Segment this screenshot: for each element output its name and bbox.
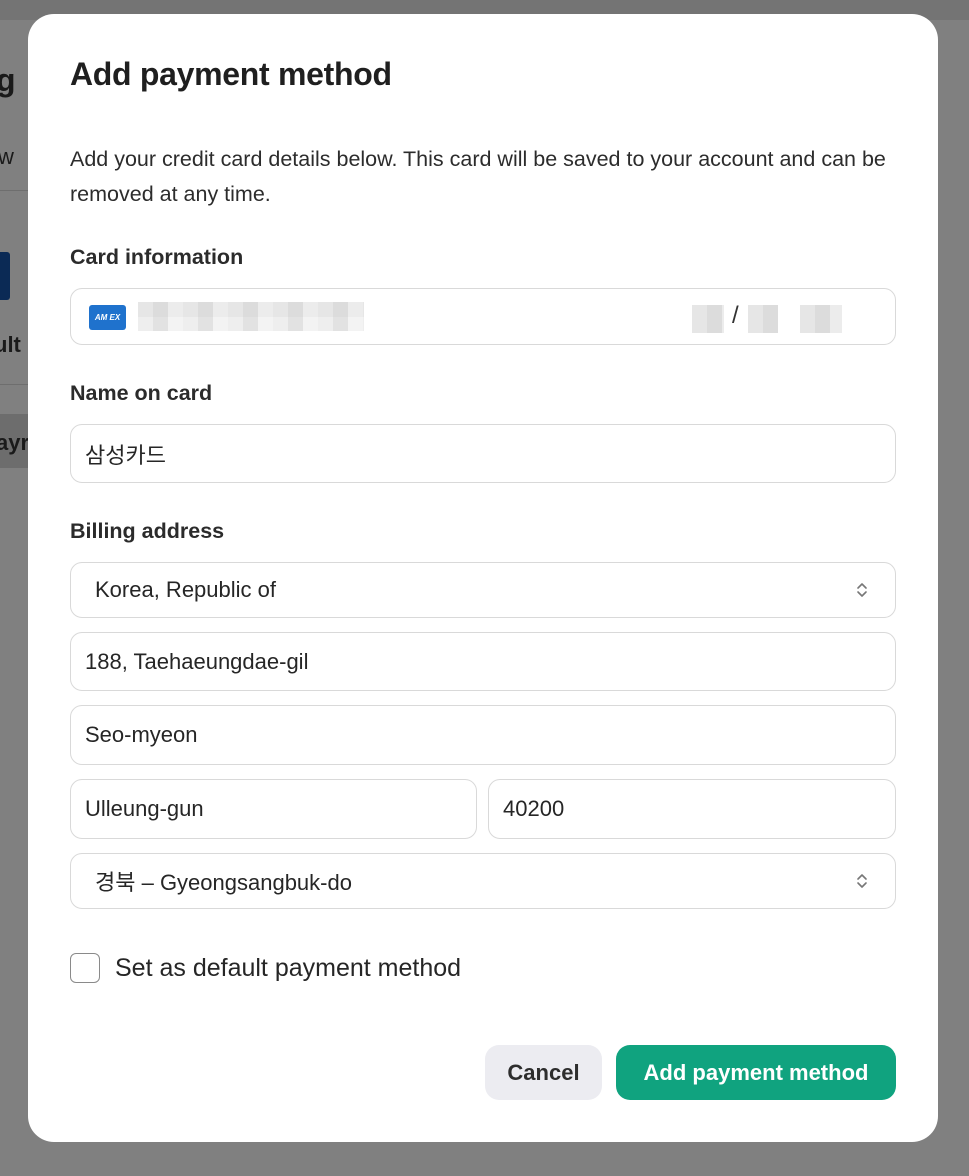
billing-address-label: Billing address xyxy=(70,519,225,543)
expiry-separator: / xyxy=(732,302,739,329)
name-on-card-value: 삼성카드 xyxy=(85,442,166,468)
card-number-redacted xyxy=(138,302,364,317)
name-on-card-input[interactable]: 삼성카드 xyxy=(70,424,896,483)
modal-description: Add your credit card details below. This… xyxy=(70,147,886,206)
postal-code-input[interactable]: 40200 xyxy=(488,779,896,839)
background-tab-fragment: ayr xyxy=(0,430,30,455)
add-payment-method-button[interactable]: Add payment method xyxy=(616,1045,896,1100)
postal-code-value: 40200 xyxy=(503,796,565,821)
expiry-month-redacted xyxy=(692,305,724,333)
default-payment-checkbox[interactable] xyxy=(70,953,100,983)
add-payment-modal: Add payment method Add your credit card … xyxy=(28,14,938,1142)
cancel-button[interactable]: Cancel xyxy=(485,1045,602,1100)
chevron-up-down-icon xyxy=(857,874,867,888)
default-payment-label[interactable]: Set as default payment method xyxy=(115,954,461,983)
background-label-fragment: ult xyxy=(0,332,21,357)
country-value: Korea, Republic of xyxy=(95,577,276,602)
card-number-redacted xyxy=(138,317,364,331)
name-on-card-label: Name on card xyxy=(70,381,213,405)
expiry-year-redacted xyxy=(748,305,778,333)
card-information-field[interactable]: AM EX / xyxy=(70,288,896,345)
card-information-label: Card information xyxy=(70,245,244,269)
address-line2-value: Seo-myeon xyxy=(85,722,198,747)
background-text-fragment: w xyxy=(0,144,14,169)
province-value: 경북 – Gyeongsangbuk-do xyxy=(95,870,352,895)
amex-card-icon: AM EX xyxy=(89,305,126,330)
modal-title: Add payment method xyxy=(70,56,392,92)
city-value: Ulleung-gun xyxy=(85,796,204,821)
country-select[interactable]: Korea, Republic of xyxy=(70,562,896,618)
background-card-thumbnail xyxy=(0,252,10,300)
background-heading-fragment: g xyxy=(0,62,16,98)
city-input[interactable]: Ulleung-gun xyxy=(70,779,477,839)
address-line1-value: 188, Taehaeungdae-gil xyxy=(85,648,309,674)
address-line2-input[interactable]: Seo-myeon xyxy=(70,705,896,765)
cvc-redacted xyxy=(800,305,842,333)
address-line1-input[interactable]: 188, Taehaeungdae-gil xyxy=(70,632,896,691)
province-select[interactable]: 경북 – Gyeongsangbuk-do xyxy=(70,853,896,909)
chevron-up-down-icon xyxy=(857,583,867,597)
